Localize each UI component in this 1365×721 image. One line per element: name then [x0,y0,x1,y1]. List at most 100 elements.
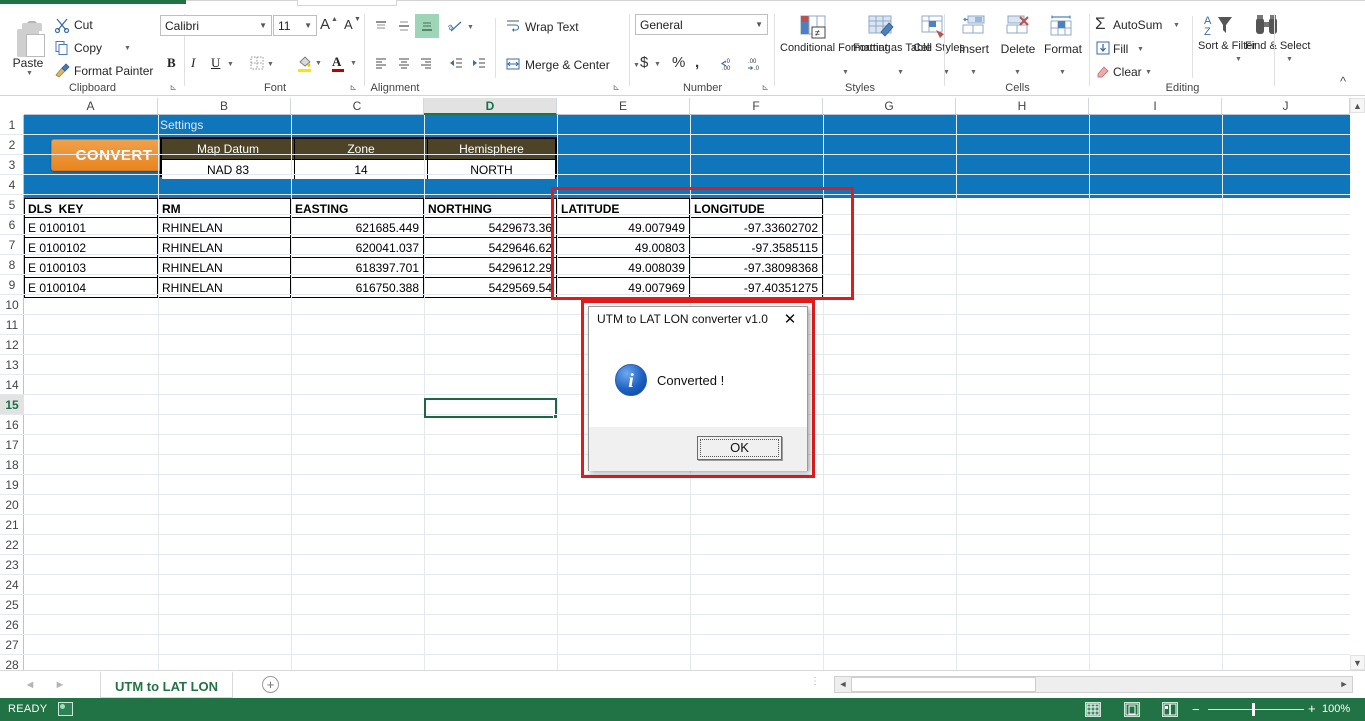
table-cell[interactable]: RHINELAN [158,238,291,258]
vertical-scrollbar[interactable]: ▲ ▼ [1350,98,1365,670]
table-cell[interactable]: 5429646.62 [424,238,557,258]
table-cell[interactable]: E 0100101 [24,218,158,238]
macro-record-icon[interactable] [58,702,73,716]
table-cell[interactable]: 49.007949 [557,218,690,238]
row-header-22[interactable]: 22 [0,535,24,555]
table-cell[interactable]: 49.00803 [557,238,690,258]
table-cell[interactable]: RHINELAN [158,278,291,298]
column-header-i[interactable]: I [1089,98,1222,115]
row-header-18[interactable]: 18 [0,455,24,475]
column-header-e[interactable]: E [557,98,690,115]
font-size-select[interactable]: 11 ▼ [273,15,317,36]
column-header-b[interactable]: B [158,98,291,115]
table-cell[interactable]: 616750.388 [291,278,424,298]
sheet-tab-utm-to-lat-lon[interactable]: UTM to LAT LON [100,671,234,698]
table-cell[interactable]: RHINELAN [158,258,291,278]
row-header-7[interactable]: 7 [0,235,24,255]
scroll-down-icon[interactable]: ▼ [1350,655,1365,670]
column-header-h[interactable]: H [956,98,1089,115]
zoom-in-button[interactable]: + [1308,701,1316,716]
table-cell[interactable]: 618397.701 [291,258,424,278]
zoom-out-button[interactable]: − [1192,702,1200,717]
table-cell[interactable]: 49.007969 [557,278,690,298]
zoom-slider-track[interactable] [1208,709,1304,710]
table-cell[interactable]: 49.008039 [557,258,690,278]
row-header-2[interactable]: 2 [0,135,24,155]
row-header-12[interactable]: 12 [0,335,24,355]
row-header-19[interactable]: 19 [0,475,24,495]
column-header-c[interactable]: C [291,98,424,115]
table-cell[interactable]: RHINELAN [158,218,291,238]
zoom-slider-thumb[interactable] [1252,703,1255,716]
bold-button[interactable]: B [167,55,176,71]
row-header-24[interactable]: 24 [0,575,24,595]
row-header-26[interactable]: 26 [0,615,24,635]
row-header-10[interactable]: 10 [0,295,24,315]
split-handle[interactable]: ⋮ [810,677,820,687]
row-header-6[interactable]: 6 [0,215,24,235]
row-header-21[interactable]: 21 [0,515,24,535]
row-header-25[interactable]: 25 [0,595,24,615]
table-cell[interactable]: -97.38098368 [690,258,823,278]
copy-button[interactable]: Copy ▼ [54,40,149,57]
number-dialog-launcher[interactable]: ⊾ [761,82,769,93]
row-header-16[interactable]: 16 [0,415,24,435]
accounting-format-button[interactable]: $ ▼ [640,54,661,71]
format-painter-button[interactable]: Format Painter [54,63,174,80]
row-header-14[interactable]: 14 [0,375,24,395]
page-layout-view-button[interactable] [1124,702,1140,717]
underline-button[interactable]: U ▼ [211,55,234,71]
scroll-left-icon[interactable]: ◄ [835,677,851,692]
italic-button[interactable]: I [191,55,195,71]
row-header-5[interactable]: 5 [0,195,24,215]
row-header-9[interactable]: 9 [0,275,24,295]
table-cell[interactable]: E 0100103 [24,258,158,278]
fill-handle[interactable] [553,414,558,419]
page-break-preview-button[interactable] [1162,702,1178,717]
settings-value-2[interactable]: NORTH [428,159,556,179]
row-header-4[interactable]: 4 [0,175,24,195]
table-cell[interactable]: 5429612.29 [424,258,557,278]
row-header-13[interactable]: 13 [0,355,24,375]
wrap-text-button[interactable]: Wrap Text [505,18,615,36]
hscroll-thumb[interactable] [851,677,1036,692]
ok-button[interactable]: OK [697,436,782,460]
column-header-f[interactable]: F [690,98,823,115]
clipboard-dialog-launcher[interactable]: ⊾ [169,82,177,93]
font-family-select[interactable]: Calibri ▼ [160,15,272,36]
cut-button[interactable]: Cut [54,17,134,34]
row-header-1[interactable]: 1 [0,115,24,135]
comma-format-button[interactable]: , [695,54,699,71]
add-sheet-button[interactable]: + [262,676,279,693]
scroll-right-icon[interactable]: ► [1336,677,1352,692]
clear-button[interactable]: Clear ▼ [1095,63,1161,81]
row-header-17[interactable]: 17 [0,435,24,455]
decrease-font-size-button[interactable]: A ▼ [344,16,361,32]
row-header-8[interactable]: 8 [0,255,24,275]
prev-sheet-button[interactable]: ◄ [22,677,38,693]
fill-button[interactable]: Fill ▼ [1095,40,1155,58]
row-header-3[interactable]: 3 [0,155,24,175]
close-icon[interactable]: ✕ [779,310,801,330]
decrease-decimal-button[interactable]: .00 .0 [746,57,764,76]
number-format-select[interactable]: General ▼ [635,14,768,35]
row-header-15[interactable]: 15 [0,395,24,415]
table-cell[interactable]: -97.3585115 [690,238,823,258]
merge-center-button[interactable]: Merge & Center ▼ [505,56,640,74]
column-header-a[interactable]: A [24,98,158,115]
column-header-d[interactable]: D [424,98,557,115]
collapse-ribbon-button[interactable]: ^ [1340,74,1346,89]
font-color-button[interactable]: A ▼ [332,54,357,72]
horizontal-scrollbar[interactable]: ◄ ► [834,676,1353,693]
settings-value-0[interactable]: NAD 83 [162,159,295,179]
increase-decimal-button[interactable]: .0 .00 [720,57,738,76]
row-header-23[interactable]: 23 [0,555,24,575]
alignment-dialog-launcher[interactable]: ⊾ [612,82,620,93]
table-cell[interactable]: 620041.037 [291,238,424,258]
align-bottom-button[interactable] [415,14,439,38]
row-header-20[interactable]: 20 [0,495,24,515]
settings-value-1[interactable]: 14 [295,159,428,179]
scroll-up-icon[interactable]: ▲ [1350,98,1365,113]
table-cell[interactable]: 5429569.54 [424,278,557,298]
table-cell[interactable]: E 0100102 [24,238,158,258]
